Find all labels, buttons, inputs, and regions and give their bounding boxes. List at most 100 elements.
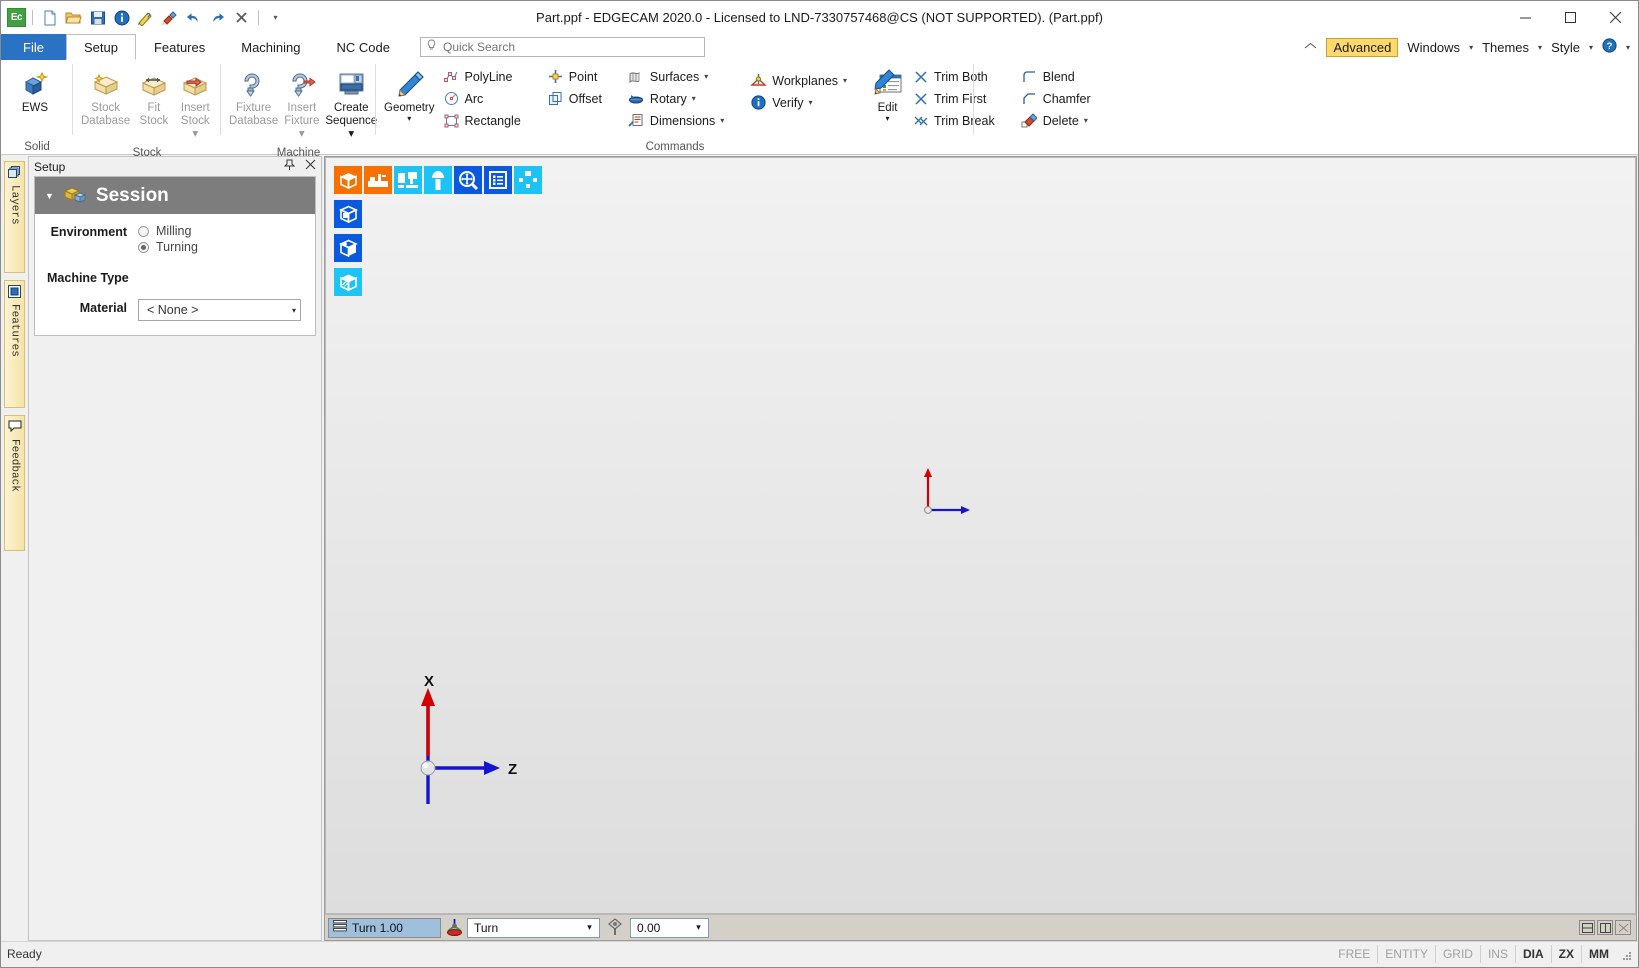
trim-first-button[interactable]: Trim First	[908, 88, 1001, 109]
workplanes-button[interactable]: Workplanes ▾	[746, 70, 853, 91]
simulate-machine-icon[interactable]	[394, 166, 422, 194]
point-button[interactable]: Point	[543, 66, 608, 87]
session-header[interactable]: ▼ Session	[35, 177, 315, 214]
home-icon[interactable]	[1299, 39, 1322, 56]
status-pane-zx[interactable]: ZX	[1552, 944, 1582, 963]
close-icon[interactable]	[305, 159, 316, 174]
save-icon[interactable]	[87, 7, 108, 28]
fit-stock-button[interactable]: Fit Stock	[134, 64, 173, 132]
dimensions-button[interactable]: Dimensions ▾	[624, 110, 730, 131]
chamfer-button[interactable]: Chamfer	[1017, 88, 1097, 109]
tool-icon[interactable]	[424, 166, 452, 194]
surfaces-button[interactable]: Surfaces ▾	[624, 66, 730, 87]
chevron-down-icon[interactable]: ▾	[292, 306, 296, 315]
close-button[interactable]	[1593, 1, 1638, 33]
rotary-button[interactable]: Rotary ▾	[624, 88, 730, 109]
style-caret-icon[interactable]: ▾	[1589, 43, 1593, 52]
tab-file[interactable]: File	[1, 34, 66, 60]
dimensions-caret-icon[interactable]: ▾	[720, 116, 724, 125]
minimize-button[interactable]	[1503, 1, 1548, 33]
edit-button[interactable]: Edit ▾	[869, 64, 906, 127]
pin-icon[interactable]	[283, 159, 296, 174]
depth-select[interactable]: 0.00 ▾	[630, 917, 709, 938]
delete-cmd-caret-icon[interactable]: ▾	[1084, 116, 1088, 125]
quick-search-box[interactable]	[419, 37, 705, 57]
resize-grip-icon[interactable]	[1616, 945, 1632, 963]
radio-turning-dot[interactable]	[138, 241, 149, 253]
status-pane-free[interactable]: FREE	[1331, 944, 1379, 963]
radio-milling-dot[interactable]	[138, 225, 149, 237]
stock-database-button[interactable]: Stock Database	[79, 64, 132, 132]
polyline-button[interactable]: PolyLine	[439, 66, 527, 87]
status-pane-grid[interactable]: GRID	[1436, 944, 1481, 963]
solid-box-shade-icon[interactable]	[334, 234, 362, 262]
menu-style[interactable]: Style	[1546, 39, 1585, 56]
sidebar-item-layers[interactable]: Layers	[4, 161, 25, 273]
status-pane-dia[interactable]: DIA	[1516, 944, 1552, 963]
verify-caret-icon[interactable]: ▾	[809, 98, 813, 107]
zoom-pan-icon[interactable]	[454, 166, 482, 194]
edit-caret-icon[interactable]: ▾	[886, 115, 890, 123]
status-pane-mm[interactable]: MM	[1582, 945, 1616, 963]
undo-icon[interactable]	[183, 7, 204, 28]
help-icon[interactable]: ?	[1597, 37, 1622, 57]
insert-stock-button[interactable]: Insert Stock ▾	[176, 64, 215, 145]
paint-icon[interactable]	[159, 7, 180, 28]
tab-nccode[interactable]: NC Code	[319, 34, 408, 60]
search-input[interactable]	[442, 40, 699, 54]
redo-icon[interactable]	[207, 7, 228, 28]
tab-setup[interactable]: Setup	[65, 34, 136, 60]
graphics-canvas[interactable]: X Z	[325, 157, 1636, 914]
level-indicator[interactable]: Turn 1.00	[328, 917, 441, 938]
status-pane-entity[interactable]: ENTITY	[1378, 944, 1436, 963]
radio-turning[interactable]: Turning	[138, 239, 198, 255]
help-caret-icon[interactable]: ▾	[1626, 43, 1630, 52]
delete-icon[interactable]	[231, 7, 252, 28]
surfaces-caret-icon[interactable]: ▾	[704, 72, 708, 81]
create-sequence-button[interactable]: Create Sequence ▾	[323, 64, 379, 145]
menu-windows[interactable]: Windows	[1402, 39, 1465, 56]
maximize-button[interactable]	[1548, 1, 1593, 33]
solid-box-section-icon[interactable]	[334, 268, 362, 296]
material-select[interactable]: < None > ▾	[138, 299, 301, 321]
verify-button[interactable]: Verify ▾	[746, 92, 853, 113]
arc-button[interactable]: Arc	[439, 88, 527, 109]
workplanes-caret-icon[interactable]: ▾	[843, 76, 847, 85]
menu-advanced[interactable]: Advanced	[1326, 37, 1399, 57]
workplane-select[interactable]: Turn ▾	[467, 917, 600, 938]
split-horizontal-icon[interactable]	[1579, 920, 1595, 935]
tab-features[interactable]: Features	[136, 34, 223, 60]
rectangle-button[interactable]: Rectangle	[439, 110, 527, 131]
geometry-caret-icon[interactable]: ▾	[407, 115, 411, 123]
themes-caret-icon[interactable]: ▾	[1538, 43, 1542, 52]
trim-break-button[interactable]: Trim Break	[908, 110, 1001, 131]
info-icon[interactable]	[111, 7, 132, 28]
sidebar-item-feedback[interactable]: Feedback	[4, 415, 25, 551]
customize-caret-icon[interactable]: ▾	[265, 7, 286, 28]
radio-milling[interactable]: Milling	[138, 223, 198, 239]
solid-box-open-icon[interactable]	[334, 200, 362, 228]
new-icon[interactable]	[39, 7, 60, 28]
solid-view-icon[interactable]	[334, 166, 362, 194]
split-vertical-icon[interactable]	[1597, 920, 1613, 935]
windows-caret-icon[interactable]: ▾	[1469, 43, 1473, 52]
ews-button[interactable]: EWS	[7, 64, 63, 119]
delete-cmd-button[interactable]: Delete ▾	[1017, 110, 1097, 131]
menu-themes[interactable]: Themes	[1477, 39, 1534, 56]
open-icon[interactable]	[63, 7, 84, 28]
chevron-down-icon[interactable]: ▼	[45, 191, 54, 201]
machine-bed-icon[interactable]	[364, 166, 392, 194]
status-pane-ins[interactable]: INS	[1481, 944, 1516, 963]
chevron-down-icon[interactable]: ▾	[582, 922, 597, 933]
sidebar-item-features[interactable]: Features	[4, 280, 25, 408]
list-icon[interactable]	[484, 166, 512, 194]
insert-fixture-button[interactable]: Insert Fixture ▾	[282, 64, 321, 145]
blend-button[interactable]: Blend	[1017, 66, 1097, 87]
rotary-caret-icon[interactable]: ▾	[692, 94, 696, 103]
geometry-button[interactable]: Geometry ▾	[382, 64, 437, 127]
measure-icon[interactable]: ?	[135, 7, 156, 28]
chevron-down-icon[interactable]: ▾	[691, 922, 706, 933]
tab-machining[interactable]: Machining	[223, 34, 318, 60]
fixture-database-button[interactable]: Fixture Database	[227, 64, 280, 132]
trim-both-button[interactable]: Trim Both	[908, 66, 1001, 87]
